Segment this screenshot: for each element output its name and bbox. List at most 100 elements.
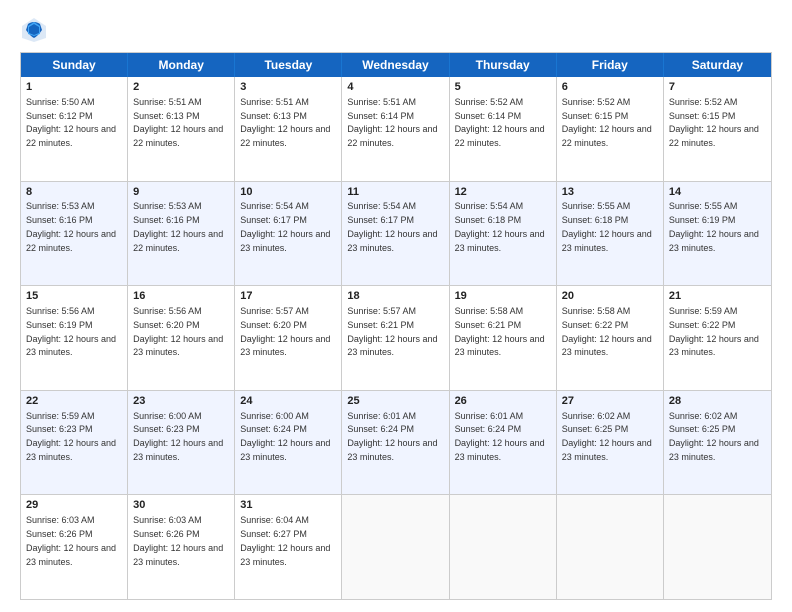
- day-header-sunday: Sunday: [21, 53, 128, 77]
- calendar-cell-day-19: 19Sunrise: 5:58 AMSunset: 6:21 PMDayligh…: [450, 286, 557, 390]
- calendar-row-5: 29 Sunrise: 6:03 AMSunset: 6:26 PMDayligh…: [21, 495, 771, 599]
- calendar-cell-day-18: 18 Sunrise: 5:57 AMSunset: 6:21 PMDayligh…: [342, 286, 449, 390]
- day-number: 17: [240, 289, 336, 304]
- day-number: 24: [240, 394, 336, 409]
- day-header-tuesday: Tuesday: [235, 53, 342, 77]
- calendar-cell-day-17: 17Sunrise: 5:57 AMSunset: 6:20 PMDayligh…: [235, 286, 342, 390]
- calendar-cell-day-9: 9Sunrise: 5:53 AMSunset: 6:16 PMDaylight…: [128, 182, 235, 286]
- calendar-row-1: 1 Sunrise: 5:50 AMSunset: 6:12 PMDaylight…: [21, 77, 771, 182]
- day-number: 27: [562, 394, 658, 409]
- calendar-cell-day-10: 10Sunrise: 5:54 AMSunset: 6:17 PMDayligh…: [235, 182, 342, 286]
- cell-info: Sunrise: 5:54 AMSunset: 6:18 PMDaylight:…: [455, 201, 545, 252]
- calendar-cell-day-26: 26 Sunrise: 6:01 AMSunset: 6:24 PMDayligh…: [450, 391, 557, 495]
- calendar-cell-day-3: 3 Sunrise: 5:51 AMSunset: 6:13 PMDaylight…: [235, 77, 342, 181]
- cell-info: Sunrise: 5:54 AMSunset: 6:17 PMDaylight:…: [240, 201, 330, 252]
- day-number: 12: [455, 185, 551, 200]
- cell-info: Sunrise: 6:01 AMSunset: 6:24 PMDaylight:…: [347, 411, 437, 462]
- calendar-cell-day-14: 14Sunrise: 5:55 AMSunset: 6:19 PMDayligh…: [664, 182, 771, 286]
- calendar-cell-day-11: 11Sunrise: 5:54 AMSunset: 6:17 PMDayligh…: [342, 182, 449, 286]
- day-header-saturday: Saturday: [664, 53, 771, 77]
- calendar: SundayMondayTuesdayWednesdayThursdayFrid…: [20, 52, 772, 600]
- cell-info: Sunrise: 6:02 AMSunset: 6:25 PMDaylight:…: [669, 411, 759, 462]
- day-number: 30: [133, 498, 229, 513]
- cell-info: Sunrise: 5:52 AMSunset: 6:15 PMDaylight:…: [669, 97, 759, 148]
- cell-info: Sunrise: 5:50 AMSunset: 6:12 PMDaylight:…: [26, 97, 116, 148]
- cell-info: Sunrise: 6:04 AMSunset: 6:27 PMDaylight:…: [240, 515, 330, 566]
- cell-info: Sunrise: 5:56 AMSunset: 6:20 PMDaylight:…: [133, 306, 223, 357]
- day-header-wednesday: Wednesday: [342, 53, 449, 77]
- calendar-cell-day-27: 27 Sunrise: 6:02 AMSunset: 6:25 PMDayligh…: [557, 391, 664, 495]
- calendar-cell-day-25: 25Sunrise: 6:01 AMSunset: 6:24 PMDayligh…: [342, 391, 449, 495]
- calendar-cell-day-29: 29 Sunrise: 6:03 AMSunset: 6:26 PMDayligh…: [21, 495, 128, 599]
- cell-info: Sunrise: 6:02 AMSunset: 6:25 PMDaylight:…: [562, 411, 652, 462]
- day-number: 2: [133, 80, 229, 95]
- calendar-cell-day-8: 8Sunrise: 5:53 AMSunset: 6:16 PMDaylight…: [21, 182, 128, 286]
- cell-info: Sunrise: 5:55 AMSunset: 6:18 PMDaylight:…: [562, 201, 652, 252]
- cell-info: Sunrise: 5:54 AMSunset: 6:17 PMDaylight:…: [347, 201, 437, 252]
- calendar-cell-day-13: 13Sunrise: 5:55 AMSunset: 6:18 PMDayligh…: [557, 182, 664, 286]
- day-number: 14: [669, 185, 766, 200]
- calendar-cell-empty: [664, 495, 771, 599]
- header: [20, 16, 772, 44]
- calendar-cell-day-20: 20 Sunrise: 5:58 AMSunset: 6:22 PMDayligh…: [557, 286, 664, 390]
- calendar-cell-day-30: 30 Sunrise: 6:03 AMSunset: 6:26 PMDayligh…: [128, 495, 235, 599]
- calendar-cell-day-24: 24 Sunrise: 6:00 AMSunset: 6:24 PMDayligh…: [235, 391, 342, 495]
- day-header-friday: Friday: [557, 53, 664, 77]
- calendar-row-4: 22 Sunrise: 5:59 AMSunset: 6:23 PMDayligh…: [21, 391, 771, 496]
- calendar-cell-day-15: 15Sunrise: 5:56 AMSunset: 6:19 PMDayligh…: [21, 286, 128, 390]
- cell-info: Sunrise: 5:59 AMSunset: 6:22 PMDaylight:…: [669, 306, 759, 357]
- day-number: 11: [347, 185, 443, 200]
- cell-info: Sunrise: 5:51 AMSunset: 6:13 PMDaylight:…: [133, 97, 223, 148]
- cell-info: Sunrise: 5:53 AMSunset: 6:16 PMDaylight:…: [133, 201, 223, 252]
- day-number: 23: [133, 394, 229, 409]
- day-header-thursday: Thursday: [450, 53, 557, 77]
- cell-info: Sunrise: 5:55 AMSunset: 6:19 PMDaylight:…: [669, 201, 759, 252]
- day-number: 3: [240, 80, 336, 95]
- day-number: 26: [455, 394, 551, 409]
- calendar-cell-day-1: 1 Sunrise: 5:50 AMSunset: 6:12 PMDaylight…: [21, 77, 128, 181]
- cell-info: Sunrise: 6:03 AMSunset: 6:26 PMDaylight:…: [26, 515, 116, 566]
- day-number: 31: [240, 498, 336, 513]
- cell-info: Sunrise: 6:00 AMSunset: 6:23 PMDaylight:…: [133, 411, 223, 462]
- day-number: 7: [669, 80, 766, 95]
- cell-info: Sunrise: 5:51 AMSunset: 6:13 PMDaylight:…: [240, 97, 330, 148]
- day-number: 28: [669, 394, 766, 409]
- cell-info: Sunrise: 5:52 AMSunset: 6:14 PMDaylight:…: [455, 97, 545, 148]
- calendar-row-3: 15Sunrise: 5:56 AMSunset: 6:19 PMDayligh…: [21, 286, 771, 391]
- day-number: 13: [562, 185, 658, 200]
- day-number: 6: [562, 80, 658, 95]
- logo-icon: [20, 16, 48, 44]
- cell-info: Sunrise: 5:51 AMSunset: 6:14 PMDaylight:…: [347, 97, 437, 148]
- cell-info: Sunrise: 5:57 AMSunset: 6:21 PMDaylight:…: [347, 306, 437, 357]
- day-number: 22: [26, 394, 122, 409]
- calendar-cell-day-4: 4 Sunrise: 5:51 AMSunset: 6:14 PMDaylight…: [342, 77, 449, 181]
- day-number: 1: [26, 80, 122, 95]
- cell-info: Sunrise: 5:58 AMSunset: 6:22 PMDaylight:…: [562, 306, 652, 357]
- cell-info: Sunrise: 5:59 AMSunset: 6:23 PMDaylight:…: [26, 411, 116, 462]
- calendar-cell-day-12: 12Sunrise: 5:54 AMSunset: 6:18 PMDayligh…: [450, 182, 557, 286]
- cell-info: Sunrise: 5:58 AMSunset: 6:21 PMDaylight:…: [455, 306, 545, 357]
- calendar-cell-day-23: 23 Sunrise: 6:00 AMSunset: 6:23 PMDayligh…: [128, 391, 235, 495]
- day-number: 29: [26, 498, 122, 513]
- cell-info: Sunrise: 6:03 AMSunset: 6:26 PMDaylight:…: [133, 515, 223, 566]
- calendar-cell-day-22: 22 Sunrise: 5:59 AMSunset: 6:23 PMDayligh…: [21, 391, 128, 495]
- cell-info: Sunrise: 5:56 AMSunset: 6:19 PMDaylight:…: [26, 306, 116, 357]
- logo: [20, 16, 52, 44]
- calendar-body: 1 Sunrise: 5:50 AMSunset: 6:12 PMDaylight…: [21, 77, 771, 599]
- day-number: 20: [562, 289, 658, 304]
- day-number: 10: [240, 185, 336, 200]
- cell-info: Sunrise: 6:00 AMSunset: 6:24 PMDaylight:…: [240, 411, 330, 462]
- calendar-cell-day-28: 28 Sunrise: 6:02 AMSunset: 6:25 PMDayligh…: [664, 391, 771, 495]
- calendar-cell-day-2: 2 Sunrise: 5:51 AMSunset: 6:13 PMDaylight…: [128, 77, 235, 181]
- calendar-header: SundayMondayTuesdayWednesdayThursdayFrid…: [21, 53, 771, 77]
- calendar-cell-day-31: 31 Sunrise: 6:04 AMSunset: 6:27 PMDayligh…: [235, 495, 342, 599]
- cell-info: Sunrise: 6:01 AMSunset: 6:24 PMDaylight:…: [455, 411, 545, 462]
- calendar-cell-empty: [557, 495, 664, 599]
- cell-info: Sunrise: 5:52 AMSunset: 6:15 PMDaylight:…: [562, 97, 652, 148]
- day-number: 4: [347, 80, 443, 95]
- calendar-cell-day-16: 16 Sunrise: 5:56 AMSunset: 6:20 PMDayligh…: [128, 286, 235, 390]
- day-number: 8: [26, 185, 122, 200]
- day-number: 18: [347, 289, 443, 304]
- cell-info: Sunrise: 5:53 AMSunset: 6:16 PMDaylight:…: [26, 201, 116, 252]
- day-number: 16: [133, 289, 229, 304]
